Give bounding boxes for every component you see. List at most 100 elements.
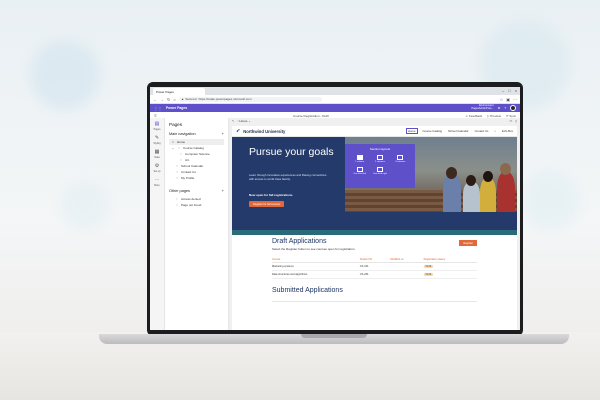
add-page-icon[interactable]: +: [222, 189, 224, 193]
table-icon: ▦: [154, 149, 160, 155]
app-title: Power Pages: [166, 106, 188, 110]
section-layouts-popup: Section layouts 1 column 2 columns 3 col…: [345, 144, 415, 188]
page-icon: ▫: [176, 203, 178, 207]
page-item-my-profile[interactable]: ▫ My Profile: [169, 175, 224, 181]
window-controls: – □ ×: [502, 88, 517, 93]
site-name: Northwind University: [243, 128, 286, 134]
page-item-page-not-found[interactable]: ▫ Page not found: [169, 202, 224, 208]
photo-head: [446, 167, 457, 179]
desktop-view-icon[interactable]: ▭: [510, 119, 513, 123]
waffle-icon[interactable]: ⋮⋮: [154, 106, 162, 111]
site-nav-school-calendar[interactable]: School Calendar: [448, 129, 469, 133]
layout-one-third-right[interactable]: One third right: [371, 167, 388, 175]
workspace: ▤ Pages ✎ Styling ▦ Data ⚙ Set up ⋯ More…: [150, 118, 520, 330]
design-canvas: ↖ ▫ Home ⌄ ▭ ▯ ➶ Northwind University Ho…: [229, 118, 520, 330]
maximize-icon[interactable]: □: [508, 88, 510, 93]
site-nav-home[interactable]: Home: [405, 128, 418, 134]
photo-person: [480, 178, 496, 212]
security-label: Secured: [185, 97, 197, 101]
submitted-applications-title: Submitted Applications: [272, 287, 343, 294]
rail-item-styling[interactable]: ✎ Styling: [153, 135, 160, 146]
sync-button[interactable]: ⟳ Sync: [506, 114, 516, 118]
bokeh-light: [60, 180, 110, 230]
table-row[interactable]: Data structures and algorithms CS-201 Dr…: [272, 270, 477, 279]
feedback-button[interactable]: ☺ Feedback: [465, 114, 482, 118]
forward-icon[interactable]: →: [160, 97, 164, 102]
add-page-icon[interactable]: +: [222, 132, 224, 136]
rail-item-more[interactable]: ⋯ More: [154, 178, 159, 188]
photo-person: [443, 174, 461, 212]
table-row[interactable]: Marketing systems CS-101 Draft: [272, 262, 477, 271]
settings-icon[interactable]: ⚙: [498, 106, 501, 110]
main-navigation-header: Main navigation +: [169, 132, 224, 136]
rail-item-pages[interactable]: ▤ Pages: [154, 122, 161, 132]
status-badge: Draft: [423, 265, 434, 268]
avatar[interactable]: [510, 105, 516, 111]
page-icon: ▫: [176, 197, 178, 201]
gear-icon: ⚙: [154, 163, 160, 169]
page-icon: ▫: [180, 152, 182, 156]
preview-button[interactable]: ▷ Preview: [487, 114, 501, 118]
url-field[interactable]: 🔒︎ Secured https://make.powerpages.micro…: [178, 96, 322, 102]
photo-person: [497, 172, 515, 212]
register-button[interactable]: Register: [459, 240, 477, 246]
refresh-icon[interactable]: ↻: [167, 97, 170, 102]
back-icon[interactable]: ←: [153, 97, 157, 102]
photo-head: [483, 171, 493, 182]
minimize-icon[interactable]: –: [502, 88, 504, 93]
page-selector[interactable]: ▫ Home ⌄: [238, 119, 251, 123]
site-nav: Home Course Catalog School Calendar Cont…: [405, 128, 513, 134]
page-icon: ▫: [176, 170, 178, 174]
hero-divider: [232, 230, 517, 235]
bokeh-light: [520, 170, 580, 230]
mobile-view-icon[interactable]: ▯: [515, 119, 517, 123]
hero-description: Learn through innovative experiences and…: [249, 173, 327, 181]
collections-icon[interactable]: ▣: [506, 97, 510, 102]
site-nav-course-catalog[interactable]: Course Catalog: [423, 129, 442, 133]
help-icon[interactable]: ?: [504, 106, 506, 110]
layout-one-third-left[interactable]: One third left: [351, 167, 368, 175]
search-icon[interactable]: ⌕: [494, 129, 496, 133]
draft-applications-table: Course Student ID Modified on Registrati…: [272, 256, 477, 279]
home-icon: ⌂: [171, 140, 175, 144]
close-icon[interactable]: ×: [515, 88, 517, 93]
layout-two-columns[interactable]: 2 columns: [371, 155, 388, 163]
chevron-down-icon[interactable]: ⌄: [171, 146, 175, 150]
app-header: ⋮⋮ Power Pages Environment PagesAdminPre…: [150, 104, 520, 112]
browser-tab[interactable]: Power Pages: [153, 88, 205, 95]
register-fall-button[interactable]: Register for fall courses: [249, 201, 285, 207]
favorite-icon[interactable]: ☆: [500, 97, 504, 102]
more-icon[interactable]: ⋯: [513, 97, 517, 102]
tab-title: Power Pages: [156, 89, 174, 94]
site-header[interactable]: ➶ Northwind University Home Course Catal…: [232, 126, 517, 137]
hero-band: [232, 212, 517, 230]
lock-icon: 🔒︎: [181, 97, 184, 101]
rail-item-setup[interactable]: ⚙ Set up: [154, 163, 161, 174]
workspace-rail: ▤ Pages ✎ Styling ▦ Data ⚙ Set up ⋯ More: [150, 118, 165, 330]
environment-name: PagesAdminPres...: [471, 107, 494, 110]
status-badge: Draft: [423, 273, 434, 276]
bokeh-light: [30, 40, 100, 110]
hero-section[interactable]: Pursue your goals Learn through innovati…: [232, 137, 517, 230]
page-icon: ▫: [178, 146, 180, 150]
layout-one-column[interactable]: 1 column: [351, 155, 368, 163]
site-nav-profile[interactable]: Ed's Box: [502, 129, 513, 133]
page-icon: ▫: [176, 176, 178, 180]
url-text: https://make.powerpages.microsoft.com: [198, 97, 252, 101]
layout-three-columns[interactable]: 3 columns: [392, 155, 409, 163]
photo-person: [463, 182, 480, 212]
draft-applications-subtitle: Select the Register button to see course…: [272, 247, 356, 251]
rail-item-data[interactable]: ▦ Data: [154, 149, 160, 160]
other-pages-header: Other pages +: [169, 189, 224, 193]
home-icon[interactable]: ⌂: [173, 97, 175, 102]
site-breadcrumb: Course Registration - Draft: [293, 113, 329, 118]
laptop-notch: [301, 334, 367, 338]
canvas-toolbar: ↖ ▫ Home ⌄ ▭ ▯: [229, 118, 520, 124]
brush-icon: ✎: [154, 135, 160, 141]
cursor-icon[interactable]: ↖: [232, 119, 235, 123]
site-nav-contact-us[interactable]: Contact Us: [475, 129, 489, 133]
environment-picker[interactable]: Environment PagesAdminPres...: [471, 104, 494, 111]
draft-applications-title: Draft Applications: [272, 238, 327, 245]
pages-panel-title: Pages: [169, 122, 183, 127]
page-icon: ▫: [176, 164, 178, 168]
